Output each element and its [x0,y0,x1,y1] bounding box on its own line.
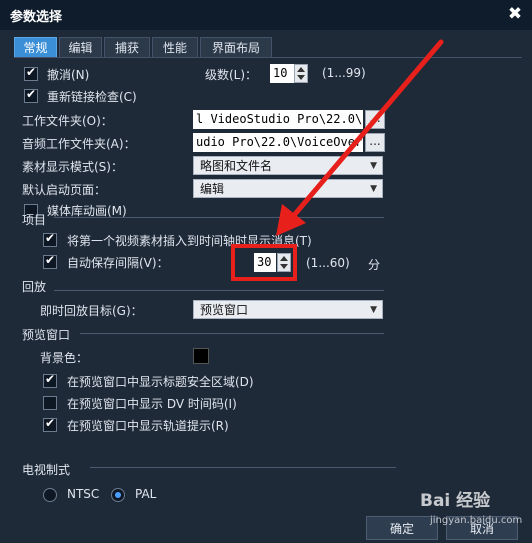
annotation-arrow-icon [276,39,444,236]
